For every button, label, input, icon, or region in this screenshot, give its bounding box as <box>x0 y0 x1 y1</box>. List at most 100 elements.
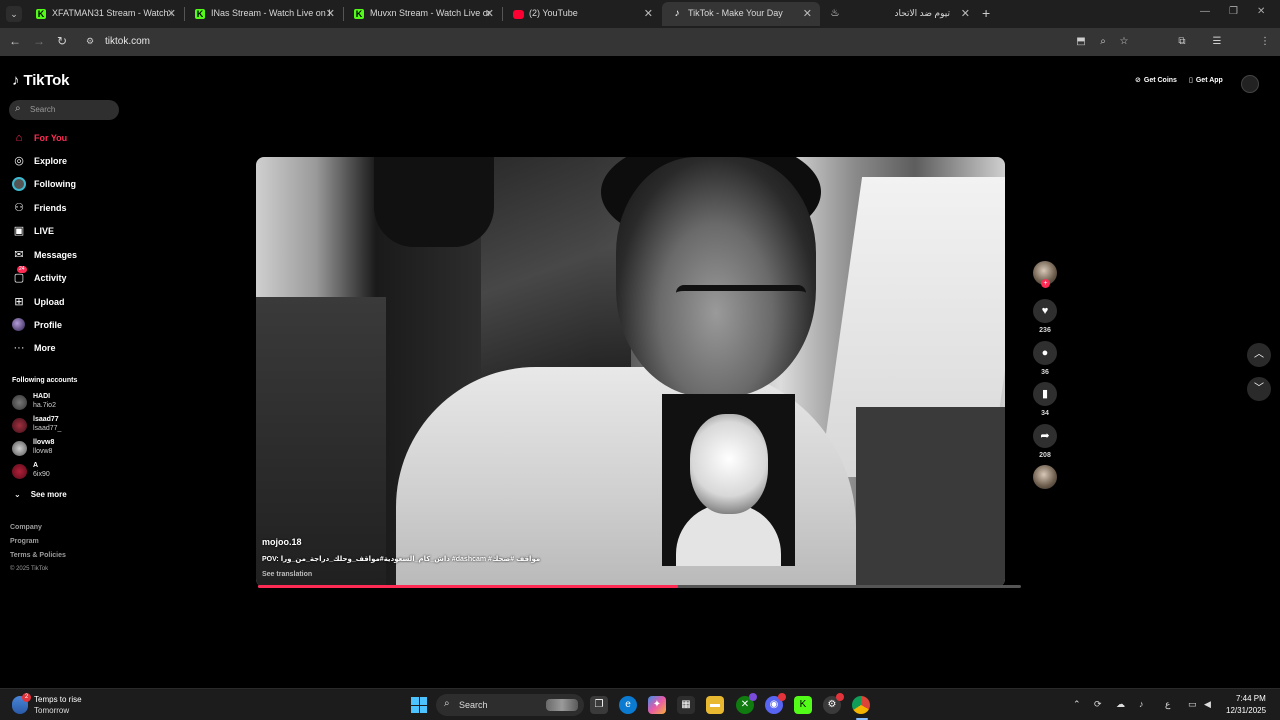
close-tab-icon[interactable]: ✕ <box>803 7 812 20</box>
steam-icon[interactable]: ⚙ <box>823 693 844 714</box>
nav-for-you[interactable]: ⌂ For You <box>12 129 68 147</box>
site-info-icon[interactable]: ⚙ <box>86 36 98 48</box>
phone-icon: ▯ <box>1189 77 1193 84</box>
get-app-button[interactable]: ▯ Get App <box>1189 76 1223 85</box>
reload-icon[interactable]: ↻ <box>54 34 70 48</box>
previous-video-button[interactable]: ︿ <box>1247 343 1271 367</box>
tab-inas[interactable]: K INas Stream - Watch Live on Ki ✕ <box>185 2 343 26</box>
nav-following[interactable]: Following <box>12 175 76 193</box>
footer-link-terms[interactable]: Terms & Policies <box>10 552 66 559</box>
home-icon: ⌂ <box>15 132 23 144</box>
tiktok-logo[interactable]: ♪ TikTok <box>12 72 69 89</box>
clock-date[interactable]: 12/31/2025 <box>1226 706 1266 715</box>
nav-profile[interactable]: Profile <box>12 316 62 334</box>
tab-youtube[interactable]: (2) YouTube ✕ <box>503 2 661 26</box>
forward-icon[interactable]: → <box>31 34 47 48</box>
kick-icon: K <box>195 9 205 19</box>
copilot-icon[interactable]: ✦ <box>648 696 666 714</box>
copyright: © 2025 TikTok <box>10 566 49 572</box>
nav-label: Profile <box>34 320 63 330</box>
volume-icon[interactable]: ◀ <box>1204 699 1211 710</box>
footer-link-company[interactable]: Company <box>10 524 42 531</box>
creator-avatar[interactable]: + <box>1033 261 1057 288</box>
nav-activity[interactable]: ▢ 24 Activity <box>12 266 67 287</box>
tiktok-icon: ♪ <box>674 8 680 19</box>
nav-upload[interactable]: ⊞ Upload <box>12 293 64 311</box>
bookmark-star-icon[interactable]: ☆ <box>1117 35 1131 49</box>
url-field[interactable]: tiktok.com <box>105 36 150 47</box>
tray-overflow-icon[interactable]: ⌃ <box>1073 699 1081 710</box>
file-explorer-icon[interactable]: ▬ <box>706 696 724 714</box>
video-username[interactable]: mojoo.18 <box>262 537 302 547</box>
get-coins-label: Get Coins <box>1143 76 1177 84</box>
tab-arabic[interactable]: ♨ تيوم ضد الاتحاد ✕ <box>820 2 978 26</box>
see-more-button[interactable]: ⌄ See more <box>14 490 67 499</box>
close-tab-icon[interactable]: ✕ <box>167 7 176 20</box>
following-accounts-title: Following accounts <box>12 377 78 384</box>
comment-button[interactable]: ● <box>1033 341 1057 365</box>
chrome-icon[interactable] <box>852 696 870 714</box>
new-tab-button[interactable]: + <box>982 5 990 21</box>
video-scene-glasses <box>676 285 806 315</box>
user-avatar[interactable] <box>1241 75 1259 93</box>
save-button[interactable]: ▮ <box>1033 382 1057 406</box>
store-icon[interactable]: ▦ <box>677 696 695 714</box>
nav-friends[interactable]: ⚇ Friends <box>12 199 66 217</box>
next-video-button[interactable]: ﹀ <box>1247 377 1271 401</box>
close-tab-icon[interactable]: ✕ <box>961 7 970 20</box>
clock-time[interactable]: 7:44 PM <box>1236 694 1266 703</box>
microphone-icon[interactable]: ♪ <box>1139 699 1144 709</box>
close-tab-icon[interactable]: ✕ <box>644 7 653 20</box>
language-indicator[interactable]: ع <box>1165 699 1170 710</box>
browser-menu-icon[interactable]: ⋮ <box>1258 35 1272 49</box>
compass-icon: ◎ <box>14 155 24 167</box>
like-button[interactable]: ♥ <box>1033 299 1057 323</box>
zoom-icon[interactable]: ⌕ <box>1096 35 1110 49</box>
share-button[interactable]: ➦ <box>1033 424 1057 448</box>
tiktok-icon: ♪ <box>12 72 20 89</box>
taskbar-search-label: Search <box>459 700 488 710</box>
avatar <box>12 418 27 433</box>
close-tab-icon[interactable]: ✕ <box>326 7 335 20</box>
see-translation-link[interactable]: See translation <box>262 571 312 578</box>
minimize-icon[interactable]: — <box>1200 6 1210 17</box>
reading-list-icon[interactable]: ☰ <box>1210 35 1224 49</box>
sound-avatar[interactable] <box>1033 465 1057 489</box>
close-tab-icon[interactable]: ✕ <box>485 7 494 20</box>
nav-messages[interactable]: ✉ Messages <box>12 246 77 264</box>
tab-tiktok[interactable]: ♪ TikTok - Make Your Day ✕ <box>662 2 820 26</box>
video-progress-bar[interactable] <box>258 585 1021 588</box>
nav-more[interactable]: ··· More <box>12 339 56 357</box>
tiktok-page: ♪ TikTok ⌕ Search ⌂ For You ◎ Explore Fo… <box>0 56 1280 688</box>
search-input[interactable]: ⌕ Search <box>9 100 119 120</box>
xbox-icon[interactable]: ✕ <box>736 693 757 714</box>
start-icon[interactable] <box>411 697 427 713</box>
tab-title: تيوم ضد الاتحاد <box>894 8 950 18</box>
youtube-icon <box>513 10 524 19</box>
extensions-icon[interactable]: ⧉ <box>1175 35 1189 49</box>
tab-muvxn[interactable]: K Muvxn Stream - Watch Live on ✕ <box>344 2 502 26</box>
close-window-icon[interactable]: ✕ <box>1257 6 1265 17</box>
restore-icon[interactable]: ❐ <box>1229 6 1238 17</box>
back-icon[interactable]: ← <box>7 34 23 48</box>
tab-xfatman31[interactable]: K XFATMAN31 Stream - Watch Li ✕ <box>26 2 184 26</box>
nav-explore[interactable]: ◎ Explore <box>12 152 67 170</box>
tab-search-menu-button[interactable]: ⌄ <box>6 6 22 22</box>
network-icon[interactable]: ▭ <box>1188 699 1197 710</box>
nav-live[interactable]: ▣ LIVE <box>12 222 54 240</box>
discord-icon[interactable]: ◉ <box>765 693 786 714</box>
footer-link-program[interactable]: Program <box>10 538 39 545</box>
sync-icon[interactable]: ⟳ <box>1094 699 1102 710</box>
weather-text[interactable]: Temps to rise <box>34 695 82 704</box>
edge-icon[interactable]: e <box>619 696 637 714</box>
taskbar-search[interactable]: ⌕ Search <box>436 694 584 716</box>
install-app-icon[interactable]: ⬒ <box>1074 35 1088 49</box>
follow-plus-icon[interactable]: + <box>1041 279 1050 288</box>
get-coins-button[interactable]: ⊘ Get Coins <box>1135 76 1177 85</box>
weather-subtext[interactable]: Tomorrow <box>34 706 69 715</box>
chevron-down-icon: ﹀ <box>1254 383 1264 394</box>
onedrive-icon[interactable]: ☁ <box>1116 699 1125 710</box>
task-view-icon[interactable]: ❐ <box>590 696 608 714</box>
video-player[interactable] <box>256 157 1005 587</box>
kick-app-icon[interactable]: K <box>794 696 812 714</box>
